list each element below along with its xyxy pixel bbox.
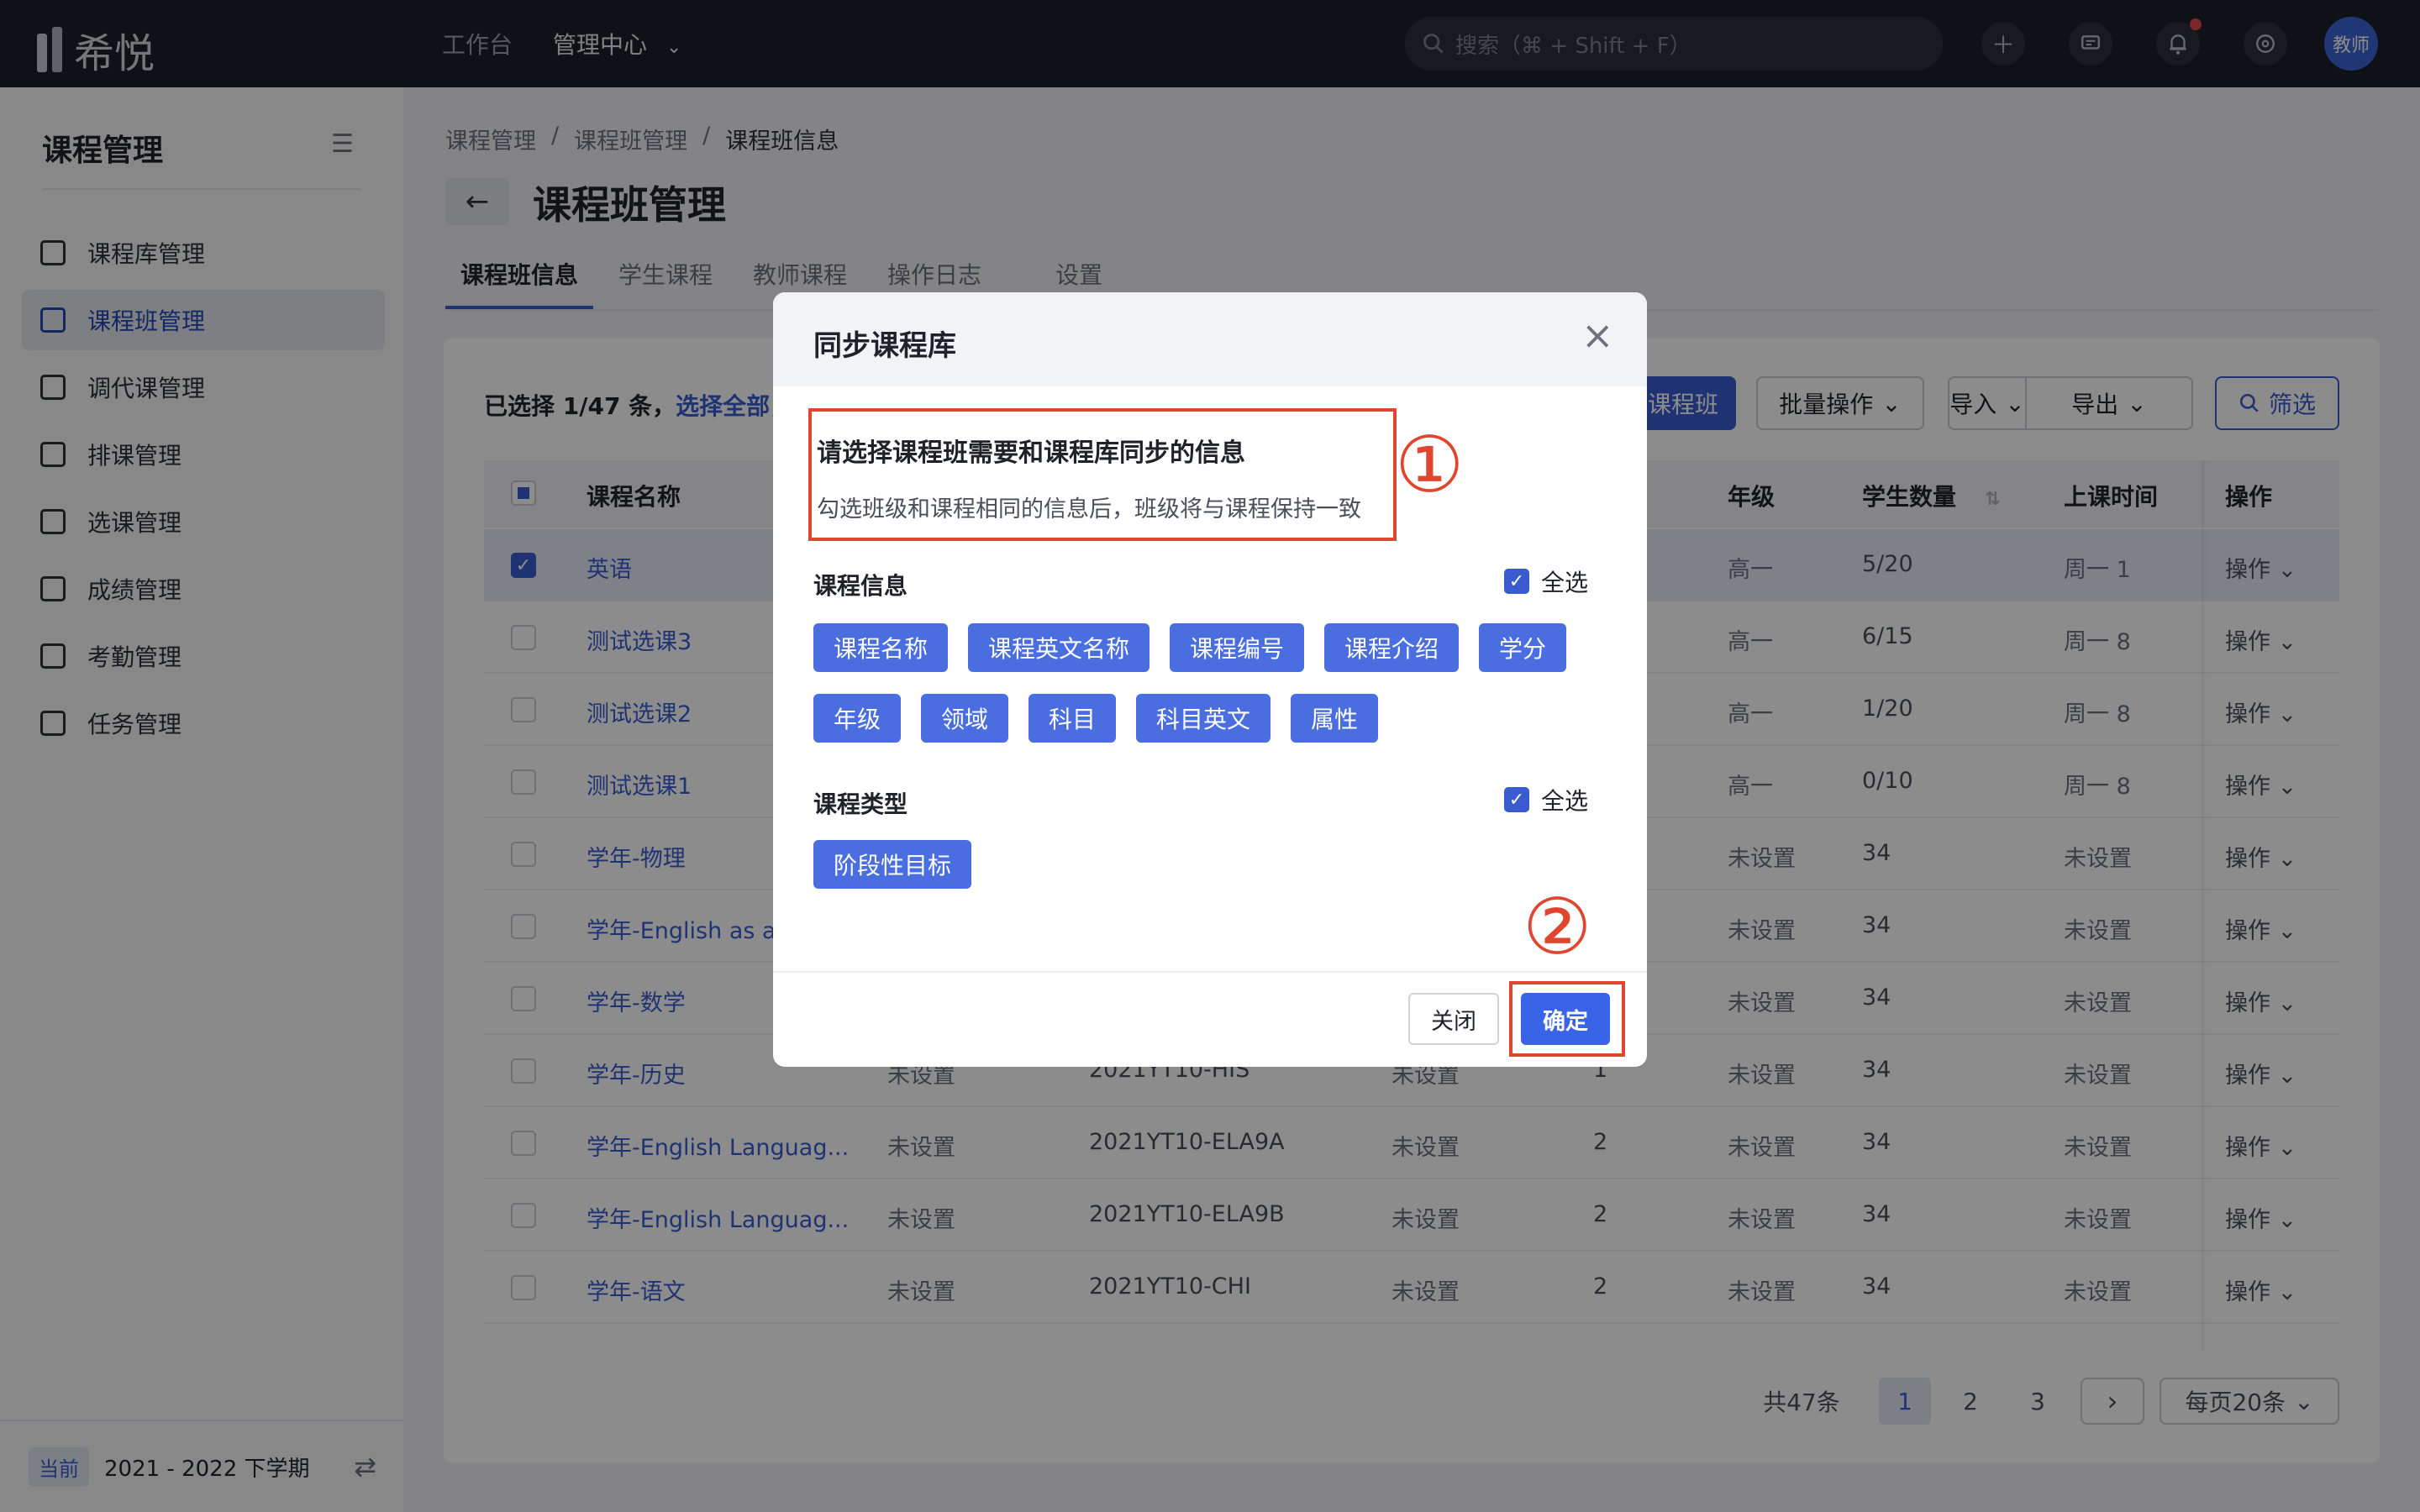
dialog-heading: 请选择课程班需要和课程库同步的信息 [817,438,1245,468]
tag-course-code[interactable]: 课程编号 [1170,623,1304,672]
close-button[interactable]: 关闭 [1408,993,1499,1045]
section-course-type-title: 课程类型 [813,790,908,818]
tag-subject-english[interactable]: 科目英文 [1136,694,1270,743]
tag-credits[interactable]: 学分 [1479,623,1566,672]
close-icon[interactable]: × [1581,312,1614,358]
tag-subject[interactable]: 科目 [1028,694,1116,743]
sync-course-library-dialog: 同步课程库 × 请选择课程班需要和课程库同步的信息 勾选班级和课程相同的信息后，… [773,292,1647,1067]
select-all-course-info[interactable]: ✓ 全选 [1504,564,1588,598]
section-course-info-title: 课程信息 [813,572,908,600]
tag-course-name[interactable]: 课程名称 [813,623,948,672]
confirm-button[interactable]: 确定 [1521,993,1610,1045]
annotation-marker-2: ② [1523,882,1592,972]
tag-attribute[interactable]: 属性 [1291,694,1378,743]
select-all-course-type[interactable]: ✓ 全选 [1504,783,1588,816]
dialog-title: 同步课程库 [813,329,956,363]
annotation-marker-1: ① [1395,420,1465,510]
checkbox-checked[interactable]: ✓ [1504,569,1529,594]
checkbox-checked[interactable]: ✓ [1504,787,1529,812]
tag-course-english-name[interactable]: 课程英文名称 [968,623,1150,672]
dialog-footer-divider [773,971,1647,973]
tag-stage-goal[interactable]: 阶段性目标 [813,840,971,889]
tag-domain[interactable]: 领域 [921,694,1008,743]
select-all-label: 全选 [1541,787,1589,815]
tag-course-intro[interactable]: 课程介绍 [1324,623,1459,672]
tag-grade[interactable]: 年级 [813,694,901,743]
select-all-label: 全选 [1541,569,1589,596]
dialog-subtext: 勾选班级和课程相同的信息后，班级将与课程保持一致 [817,496,1361,522]
